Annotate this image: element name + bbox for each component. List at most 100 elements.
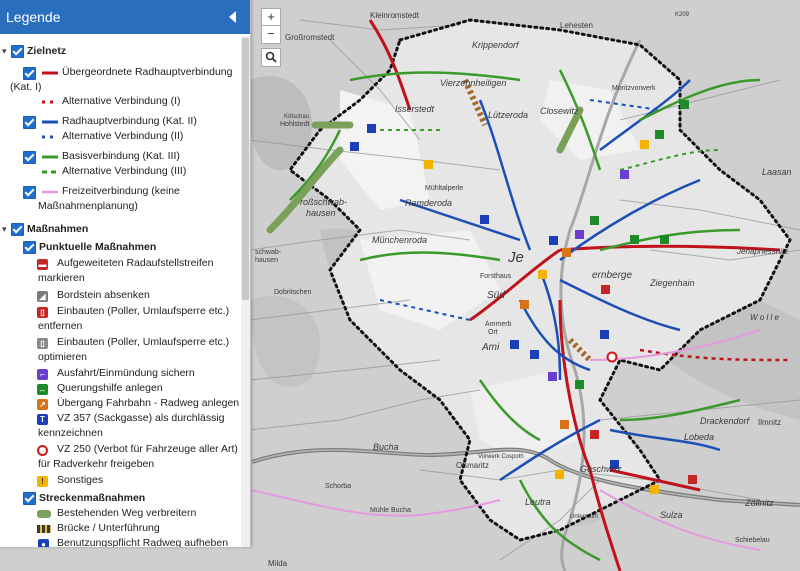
other-icon: ! bbox=[37, 476, 48, 487]
label-leutra: Leutra bbox=[525, 497, 551, 507]
label-hausen: hausen bbox=[255, 257, 278, 264]
label-ammerbach: Ammerb bbox=[485, 321, 512, 328]
label-moritzvorwerk: Moritzvorwerk bbox=[612, 85, 656, 92]
label-bucha: Bucha bbox=[373, 442, 399, 452]
label-luetzeroda: Lützeroda bbox=[488, 110, 528, 120]
legend-scrollbar[interactable] bbox=[241, 36, 250, 547]
label-ziegenhain: Ziegenhain bbox=[649, 278, 695, 288]
legend-scrollbar-thumb[interactable] bbox=[242, 38, 249, 300]
label-kleinromstedt: Kleinromstedt bbox=[370, 11, 420, 20]
line-symbol-freizeit bbox=[42, 190, 58, 194]
label-laasan: Laasan bbox=[762, 167, 792, 177]
prohibition-sign-icon bbox=[37, 445, 48, 456]
legend-label-einbauten-entfernen-line2: entfernen bbox=[38, 320, 83, 332]
zoom-out-button[interactable]: − bbox=[261, 25, 281, 44]
label-ami: Ami bbox=[481, 342, 500, 353]
checkbox-zielnetz[interactable] bbox=[11, 45, 24, 58]
checkbox-kat2[interactable] bbox=[23, 116, 36, 129]
expand-toggle-icon[interactable]: ▾ bbox=[2, 46, 7, 57]
collapse-legend-icon[interactable] bbox=[229, 11, 236, 23]
bridge-icon bbox=[37, 525, 51, 533]
group-label-strecken: Streckenmaßnahmen bbox=[39, 492, 146, 504]
checkbox-massnahmen[interactable] bbox=[11, 223, 24, 236]
label-zoellnitz: Zöllnitz bbox=[744, 498, 774, 508]
legend-label-einbauten-entfernen: Einbauten (Poller, Umlaufsperre etc.) bbox=[57, 305, 230, 317]
legend-label-alt1: Alternative Verbindung (I) bbox=[62, 95, 181, 107]
legend-label-freizeit: Freizeitverbindung (keine bbox=[62, 185, 180, 197]
label-vierzehnheiligen: Vierzehnheiligen bbox=[440, 78, 506, 88]
group-label-zielnetz: Zielnetz bbox=[27, 45, 67, 57]
label-kernberge: ernberge bbox=[592, 270, 632, 281]
label-milda: Milda bbox=[268, 559, 288, 568]
junction-icon: ⌐ bbox=[37, 369, 48, 380]
label-muehltalperle: Mühltalperle bbox=[425, 185, 463, 192]
line-symbol-alt2 bbox=[42, 135, 58, 139]
checkbox-strecken[interactable] bbox=[23, 492, 36, 505]
label-forsthaus: Forsthaus bbox=[480, 273, 512, 280]
legend-body: ▾ Zielnetz Übergeordnete Radhauptverbind… bbox=[0, 36, 240, 547]
widened-lane-icon: ▬ bbox=[37, 259, 48, 270]
legend-label-vz250: VZ 250 (Verbot für Fahrzeuge aller Art) bbox=[57, 443, 238, 455]
legend-label-kat1: Übergeordnete Radhauptverbindung bbox=[62, 66, 233, 78]
label-grossromstedt: Großromstedt bbox=[285, 33, 335, 42]
legend-label-kat1-line2: (Kat. I) bbox=[10, 81, 42, 93]
label-lobeda: Lobeda bbox=[684, 432, 714, 442]
legend-label-alt3: Alternative Verbindung (III) bbox=[62, 165, 187, 177]
legend-label-bruecke: Brücke / Unterführung bbox=[57, 522, 160, 534]
legend-label-einbauten-optimieren-line2: optimieren bbox=[38, 351, 88, 363]
label-schwab: schwab- bbox=[255, 249, 282, 256]
legend-label-ausfahrt: Ausfahrt/Einmündung sichern bbox=[57, 367, 195, 379]
bollard-optimize-icon: ▯ bbox=[37, 338, 48, 349]
legend-label-vz357: VZ 357 (Sackgasse) als durchlässig bbox=[57, 412, 225, 424]
legend-label-radaufstell: Aufgeweiteten Radaufstellstreifen bbox=[57, 257, 214, 269]
checkbox-punktuell[interactable] bbox=[23, 241, 36, 254]
search-icon bbox=[265, 51, 277, 63]
line-symbol-alt1 bbox=[42, 100, 58, 104]
checkbox-kat1[interactable] bbox=[23, 67, 36, 80]
label-orts: Ort bbox=[488, 329, 498, 336]
map-search-button[interactable] bbox=[261, 48, 281, 67]
legend-header: Legende bbox=[0, 0, 250, 34]
label-grossschwab: roßschwab- bbox=[300, 197, 347, 207]
label-wolle: W o l l e bbox=[750, 313, 779, 322]
label-schiebelau: Schiebelau bbox=[735, 537, 770, 544]
label-remderoda: Remderoda bbox=[405, 198, 452, 208]
label-sued: Süd bbox=[487, 290, 505, 301]
label-grossschwab2: hausen bbox=[306, 208, 336, 218]
checkbox-freizeit[interactable] bbox=[23, 186, 36, 199]
legend-label-kat2: Radhauptverbindung (Kat. II) bbox=[62, 115, 197, 127]
label-muenchenroda: Münchenroda bbox=[372, 235, 427, 245]
legend-title: Legende bbox=[6, 9, 61, 25]
label-jena: Je bbox=[507, 249, 524, 266]
legend-label-verbreitern: Bestehenden Weg verbreitern bbox=[57, 507, 197, 519]
label-drackendorf: Drackendorf bbox=[700, 416, 751, 426]
label-lehesten: Lehesten bbox=[560, 21, 593, 30]
transition-icon: ↗ bbox=[37, 399, 48, 410]
crossing-icon: ↔ bbox=[37, 384, 48, 395]
line-symbol-alt3 bbox=[42, 170, 58, 174]
label-dobritschen: Dobritschen bbox=[274, 289, 311, 296]
legend-label-vz357-line2: kennzeichnen bbox=[38, 427, 103, 439]
label-vorwerk: Vorwerk Cospoth bbox=[478, 454, 524, 460]
legend-label-uebergang: Übergang Fahrbahn - Radweg anlegen bbox=[57, 397, 240, 409]
widen-path-icon bbox=[37, 510, 51, 518]
label-ossmaritz: Oßmaritz bbox=[456, 461, 489, 470]
expand-toggle-icon[interactable]: ▾ bbox=[2, 224, 7, 235]
label-k209: K209 bbox=[675, 12, 690, 18]
legend-label-vz250-line2: für Radverkehr freigeben bbox=[38, 458, 155, 470]
label-hohlstedt: Hohlstedt bbox=[280, 121, 310, 128]
legend-label-bordstein: Bordstein absenken bbox=[57, 289, 150, 301]
label-koetschau: Kötschau bbox=[284, 114, 309, 120]
mandatory-path-icon: ● bbox=[38, 539, 49, 547]
line-symbol-kat3 bbox=[42, 155, 58, 159]
legend-label-alt2: Alternative Verbindung (II) bbox=[62, 130, 184, 142]
checkbox-kat3[interactable] bbox=[23, 151, 36, 164]
legend-label-radaufstell-line2: markieren bbox=[38, 272, 85, 284]
label-muehle: Mühle Bucha bbox=[370, 507, 411, 514]
label-jenapriessnitz: Jenapriessnitz bbox=[736, 247, 788, 256]
line-symbol-kat1 bbox=[42, 71, 58, 75]
legend-label-einbauten-optimieren: Einbauten (Poller, Umlaufsperre etc.) bbox=[57, 336, 230, 348]
label-closewitz: Closewitz bbox=[540, 106, 579, 116]
label-ilmnitz: Ilmnitz bbox=[758, 418, 781, 427]
label-goeschwitz: Göschwitz bbox=[580, 464, 622, 474]
